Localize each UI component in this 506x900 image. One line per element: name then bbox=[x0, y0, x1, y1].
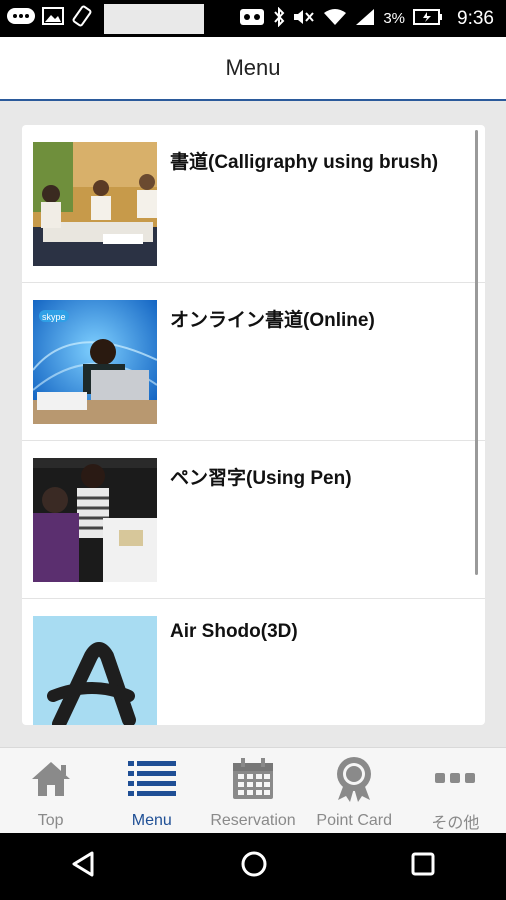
recents-icon[interactable] bbox=[410, 851, 436, 882]
menu-item-title: 書道(Calligraphy using brush) bbox=[170, 152, 439, 173]
menu-item-title: ペン習字(Using Pen) bbox=[170, 468, 352, 489]
wifi-icon bbox=[323, 8, 347, 30]
redacted-notification bbox=[104, 3, 204, 34]
pen-lesson-photo bbox=[33, 458, 157, 582]
menu-item-air-shodo[interactable]: Air Shodo(3D) bbox=[22, 599, 485, 725]
status-bar: 3% 9:36 bbox=[0, 0, 506, 37]
calligraphy-class-photo bbox=[33, 142, 157, 266]
tab-label: Point Card bbox=[316, 812, 392, 829]
tab-top[interactable]: Top bbox=[0, 748, 101, 833]
award-icon bbox=[332, 756, 376, 802]
online-lesson-photo: skype bbox=[33, 300, 157, 424]
more-icon bbox=[435, 756, 476, 799]
signal-icon bbox=[355, 8, 375, 30]
list-scrollbar[interactable] bbox=[475, 130, 478, 575]
air-shodo-letter-a bbox=[33, 616, 157, 725]
tab-label: Menu bbox=[131, 812, 172, 829]
tab-label: その他 bbox=[431, 815, 480, 832]
menu-list[interactable]: 書道(Calligraphy using brush) skype オンライン書… bbox=[22, 125, 485, 725]
image-notification-icon bbox=[42, 6, 64, 31]
system-nav-bar bbox=[0, 833, 506, 900]
clock: 9:36 bbox=[457, 7, 494, 29]
bottom-tab-bar: Top Menu Reservation Point Card その他 bbox=[0, 747, 506, 833]
list-icon bbox=[127, 756, 176, 802]
battery-percent: 3% bbox=[383, 10, 406, 27]
app-header: Menu bbox=[0, 37, 506, 101]
home-circle-icon[interactable] bbox=[239, 849, 269, 884]
tab-label: Reservation bbox=[210, 812, 296, 829]
tab-reservation[interactable]: Reservation bbox=[202, 748, 303, 833]
back-icon[interactable] bbox=[70, 850, 98, 883]
menu-item-calligraphy[interactable]: 書道(Calligraphy using brush) bbox=[22, 125, 485, 283]
tab-more[interactable]: その他 bbox=[405, 748, 506, 833]
voicemail-icon bbox=[239, 8, 265, 30]
battery-icon bbox=[413, 8, 443, 29]
menu-item-title: Air Shodo(3D) bbox=[170, 621, 298, 642]
menu-item-pen[interactable]: ペン習字(Using Pen) bbox=[22, 441, 485, 599]
chat-notification-icon bbox=[6, 6, 36, 31]
screen-rotate-icon bbox=[70, 4, 94, 33]
tab-label: Top bbox=[37, 812, 64, 829]
menu-item-online[interactable]: skype オンライン書道(Online) bbox=[22, 283, 485, 441]
page-title: Menu bbox=[225, 55, 281, 80]
tab-point-card[interactable]: Point Card bbox=[304, 748, 405, 833]
menu-item-title: オンライン書道(Online) bbox=[170, 310, 375, 331]
mute-icon bbox=[293, 8, 315, 30]
calendar-icon bbox=[231, 756, 275, 802]
tab-menu[interactable]: Menu bbox=[101, 748, 202, 833]
svg-text:skype: skype bbox=[42, 312, 66, 322]
bluetooth-icon bbox=[273, 6, 285, 31]
home-icon bbox=[30, 756, 72, 802]
